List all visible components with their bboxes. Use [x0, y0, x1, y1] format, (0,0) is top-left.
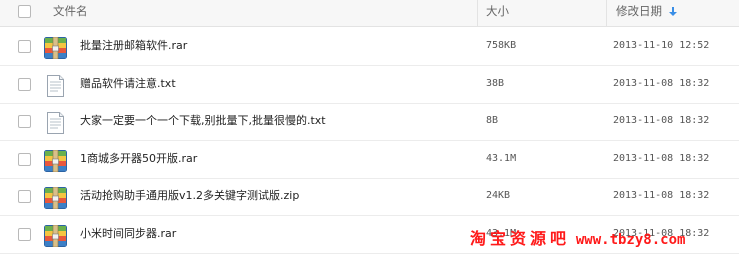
archive-file-icon: [44, 149, 67, 172]
column-header-date[interactable]: 修改日期: [616, 0, 677, 27]
file-row[interactable]: 大家一定要一个一个下载,别批量下,批量很慢的.txt 8B 2013-11-08 1…: [0, 104, 739, 141]
file-list-header: 文件名 大小 修改日期: [0, 0, 739, 27]
file-row[interactable]: 赠品软件请注意.txt 38B 2013-11-08 18:32: [0, 66, 739, 104]
file-date: 2013-11-08 18:32: [613, 152, 710, 164]
text-file-icon: [44, 74, 67, 97]
column-divider[interactable]: [477, 0, 478, 27]
select-all-checkbox[interactable]: [18, 5, 31, 18]
file-name-link[interactable]: 1商城多开器50开版.rar: [80, 142, 197, 176]
text-file-icon: [44, 112, 67, 134]
file-date: 2013-11-08 18:32: [613, 77, 710, 89]
file-name-link[interactable]: 大家一定要一个一个下载,别批量下,批量很慢的.txt: [80, 104, 326, 138]
row-checkbox[interactable]: [18, 227, 31, 241]
column-divider[interactable]: [606, 0, 607, 27]
row-checkbox[interactable]: [18, 152, 31, 166]
arrow-down-icon[interactable]: [669, 7, 677, 16]
watermark-title: 淘宝资源吧: [470, 229, 571, 248]
row-checkbox[interactable]: [18, 77, 31, 91]
row-checkbox[interactable]: [18, 190, 31, 203]
file-size: 24KB: [486, 190, 511, 201]
file-size: 43.1M: [486, 152, 517, 164]
file-size: 38B: [486, 77, 505, 89]
column-header-name[interactable]: 文件名: [53, 0, 88, 27]
file-size: 758KB: [486, 40, 517, 51]
file-name-link[interactable]: 赠品软件请注意.txt: [80, 67, 176, 101]
row-checkbox[interactable]: [18, 40, 31, 53]
archive-file-icon: [44, 224, 67, 247]
archive-file-icon: [44, 186, 67, 210]
file-row[interactable]: 批量注册邮箱软件.rar 758KB 2013-11-10 12:52: [0, 29, 739, 66]
archive-file-icon: [44, 36, 67, 60]
column-header-size[interactable]: 大小: [486, 0, 509, 27]
file-name-link[interactable]: 批量注册邮箱软件.rar: [80, 29, 187, 63]
file-name-link[interactable]: 小米时间同步器.rar: [80, 217, 176, 251]
file-row[interactable]: 1商城多开器50开版.rar 43.1M 2013-11-08 18:32: [0, 141, 739, 179]
file-date: 2013-11-08 18:32: [613, 190, 710, 201]
watermark: 淘宝资源吧 www.tbzy8.com: [470, 224, 685, 254]
row-checkbox[interactable]: [18, 115, 31, 128]
file-name-link[interactable]: 活动抢购助手通用版v1.2多关键字测试版.zip: [80, 179, 299, 213]
file-date: 2013-11-10 12:52: [613, 40, 710, 51]
watermark-url: www.tbzy8.com: [575, 232, 686, 248]
file-date: 2013-11-08 18:32: [613, 115, 710, 126]
column-header-date-label: 修改日期: [616, 4, 662, 18]
file-size: 8B: [486, 115, 499, 126]
file-row[interactable]: 活动抢购助手通用版v1.2多关键字测试版.zip 24KB 2013-11-08 1…: [0, 179, 739, 216]
